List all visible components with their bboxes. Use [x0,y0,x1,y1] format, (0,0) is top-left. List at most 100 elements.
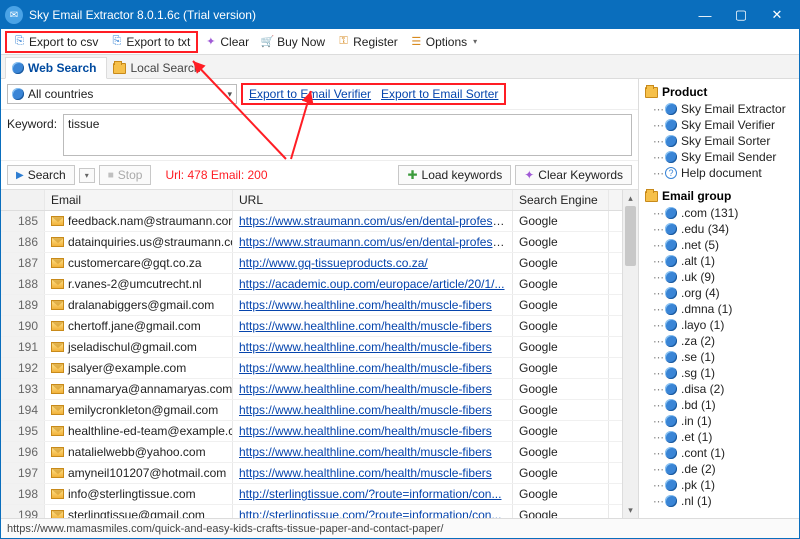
url-link[interactable]: http://sterlingtissue.com/?route=informa… [239,508,501,518]
row-search-engine: Google [513,232,609,252]
tree-connector: ⋯ [653,287,661,300]
table-row[interactable]: 196natalielwebb@yahoo.comhttps://www.hea… [1,442,638,463]
stop-button[interactable]: ■Stop [99,165,152,185]
email-group-item[interactable]: ⋯.de (2) [645,461,797,477]
product-item[interactable]: ⋯Sky Email Sorter [645,133,797,149]
table-row[interactable]: 191jseladischul@gmail.comhttps://www.hea… [1,337,638,358]
buy-now-button[interactable]: 🛒Buy Now [255,33,331,51]
register-button[interactable]: ⚿Register [331,33,404,51]
mail-icon [51,510,64,518]
scroll-down-icon[interactable]: ▾ [623,502,638,518]
product-item[interactable]: ⋯?Help document [645,165,797,181]
product-item[interactable]: ⋯Sky Email Extractor [645,101,797,117]
email-group-item[interactable]: ⋯.se (1) [645,349,797,365]
table-row[interactable]: 189dralanabiggers@gmail.comhttps://www.h… [1,295,638,316]
table-row[interactable]: 190chertoff.jane@gmail.comhttps://www.he… [1,316,638,337]
email-group-item[interactable]: ⋯.com (131) [645,205,797,221]
mail-icon [51,216,64,226]
email-group-item[interactable]: ⋯.et (1) [645,429,797,445]
url-link[interactable]: https://www.healthline.com/health/muscle… [239,403,492,417]
url-link[interactable]: https://www.straumann.com/us/en/dental-p… [239,214,508,228]
export-verifier-link[interactable]: Export to Email Verifier [249,87,371,101]
stop-icon: ■ [108,170,114,181]
export-sorter-link[interactable]: Export to Email Sorter [381,87,498,101]
export-txt-button[interactable]: ⎘Export to txt [104,33,196,51]
export-csv-button[interactable]: ⎘Export to csv [7,33,104,51]
clear-keywords-button[interactable]: ✦Clear Keywords [515,165,632,185]
row-search-engine: Google [513,463,609,483]
table-row[interactable]: 195healthline-ed-team@example.c...https:… [1,421,638,442]
url-link[interactable]: https://www.healthline.com/health/muscle… [239,382,492,396]
group-label: .edu (34) [681,222,729,236]
url-link[interactable]: https://www.healthline.com/health/muscle… [239,319,492,333]
search-button[interactable]: ▶Search [7,165,75,185]
table-row[interactable]: 194emilycronkleton@gmail.comhttps://www.… [1,400,638,421]
email-group-item[interactable]: ⋯.layo (1) [645,317,797,333]
email-group-item[interactable]: ⋯.edu (34) [645,221,797,237]
email-group-item[interactable]: ⋯.cont (1) [645,445,797,461]
table-row[interactable]: 185feedback.nam@straumann.comhttps://www… [1,211,638,232]
email-group-item[interactable]: ⋯.nl (1) [645,493,797,509]
group-label: .cont (1) [681,446,725,460]
scroll-thumb[interactable] [625,206,636,266]
play-icon: ▶ [16,170,24,181]
email-group-item[interactable]: ⋯.alt (1) [645,253,797,269]
url-link[interactable]: https://www.straumann.com/us/en/dental-p… [239,235,508,249]
keyword-input[interactable]: tissue [63,114,632,156]
close-button[interactable]: ✕ [759,1,795,29]
country-select[interactable]: All countries ▾ [7,84,237,104]
email-group-item[interactable]: ⋯.bd (1) [645,397,797,413]
email-group-item[interactable]: ⋯.disa (2) [645,381,797,397]
url-link[interactable]: https://www.healthline.com/health/muscle… [239,466,492,480]
column-email[interactable]: Email [45,190,233,210]
clear-button[interactable]: ✦Clear [198,33,255,51]
url-link[interactable]: https://www.healthline.com/health/muscle… [239,298,492,312]
table-row[interactable]: 193annamarya@annamaryas.comhttps://www.h… [1,379,638,400]
email-group-item[interactable]: ⋯.in (1) [645,413,797,429]
email-group-item[interactable]: ⋯.pk (1) [645,477,797,493]
row-search-engine: Google [513,379,609,399]
url-link[interactable]: https://www.healthline.com/health/muscle… [239,445,492,459]
minimize-button[interactable]: — [687,1,723,29]
table-row[interactable]: 197amyneil101207@hotmail.comhttps://www.… [1,463,638,484]
globe-icon [665,287,677,299]
column-search-engine[interactable]: Search Engine [513,190,609,210]
scroll-up-icon[interactable]: ▴ [623,190,638,206]
tree-connector: ⋯ [653,255,661,268]
table-row[interactable]: 188r.vanes-2@umcutrecht.nlhttps://academ… [1,274,638,295]
maximize-button[interactable]: ▢ [723,1,759,29]
product-item[interactable]: ⋯Sky Email Verifier [645,117,797,133]
tab-web-search[interactable]: Web Search [5,57,107,79]
globe-icon [665,319,677,331]
mail-icon [51,468,64,478]
url-link[interactable]: http://www.gq-tissueproducts.co.za/ [239,256,428,270]
options-button[interactable]: ☰Options▾ [404,33,483,51]
email-group-item[interactable]: ⋯.sg (1) [645,365,797,381]
row-url: https://www.healthline.com/health/muscle… [233,400,513,420]
tab-local-search[interactable]: Local Search [107,58,210,78]
url-link[interactable]: http://sterlingtissue.com/?route=informa… [239,487,501,501]
email-group-item[interactable]: ⋯.dmna (1) [645,301,797,317]
email-group-item[interactable]: ⋯.za (2) [645,333,797,349]
email-group-item[interactable]: ⋯.net (5) [645,237,797,253]
table-row[interactable]: 186datainquiries.us@straumann.comhttps:/… [1,232,638,253]
search-dropdown[interactable]: ▾ [79,168,95,183]
load-keywords-button[interactable]: ✚Load keywords [398,165,511,185]
url-link[interactable]: https://www.healthline.com/health/muscle… [239,424,492,438]
email-group-item[interactable]: ⋯.uk (9) [645,269,797,285]
column-url[interactable]: URL [233,190,513,210]
table-row[interactable]: 192jsalyer@example.comhttps://www.health… [1,358,638,379]
row-url: http://sterlingtissue.com/?route=informa… [233,505,513,518]
url-link[interactable]: https://academic.oup.com/europace/articl… [239,277,504,291]
globe-icon [665,351,677,363]
table-row[interactable]: 198info@sterlingtissue.comhttp://sterlin… [1,484,638,505]
email-group-item[interactable]: ⋯.org (4) [645,285,797,301]
column-index[interactable] [1,190,45,210]
url-link[interactable]: https://www.healthline.com/health/muscle… [239,340,492,354]
product-item[interactable]: ⋯Sky Email Sender [645,149,797,165]
table-row[interactable]: 187customercare@gqt.co.zahttp://www.gq-t… [1,253,638,274]
key-icon: ⚿ [337,35,350,48]
table-row[interactable]: 199sterlingtissue@gmail.comhttp://sterli… [1,505,638,518]
scrollbar[interactable]: ▴ ▾ [622,190,638,518]
url-link[interactable]: https://www.healthline.com/health/muscle… [239,361,492,375]
